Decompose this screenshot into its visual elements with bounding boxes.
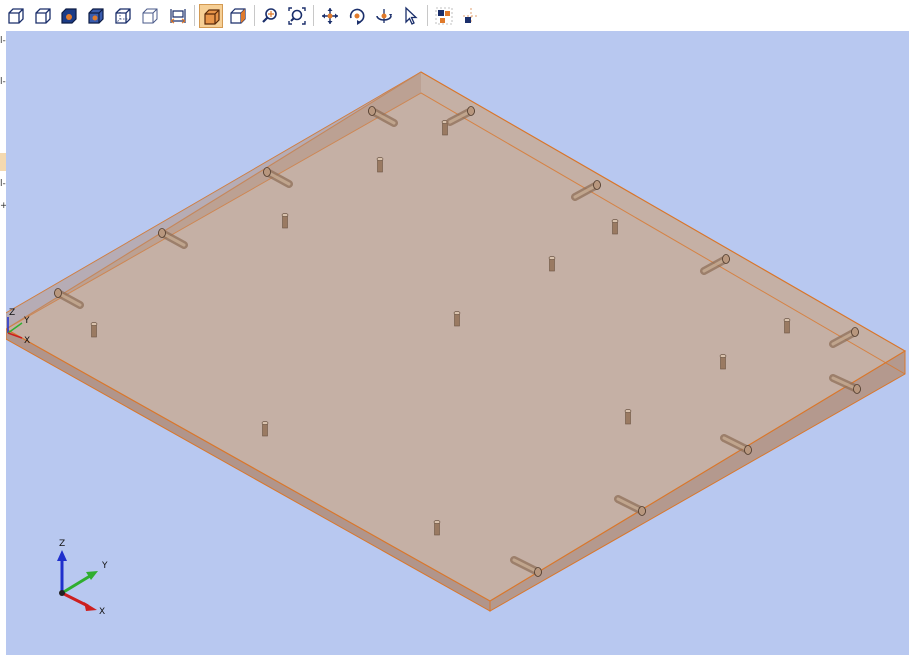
vertical-hole bbox=[719, 354, 727, 370]
transparent-cube-icon bbox=[204, 9, 220, 25]
select-button[interactable] bbox=[399, 4, 423, 28]
vertical-hole bbox=[433, 520, 441, 536]
triad-y-label: Y bbox=[101, 561, 108, 571]
toolbar-separator bbox=[254, 5, 255, 26]
vertical-hole bbox=[548, 256, 556, 272]
snap-grid-icon bbox=[435, 7, 453, 25]
vertical-hole bbox=[261, 421, 269, 437]
view-shaded-edges-button[interactable] bbox=[84, 4, 108, 28]
vertical-hole bbox=[376, 157, 384, 173]
hidden-line-cube-icon bbox=[35, 8, 51, 24]
outline-cube-icon bbox=[142, 8, 158, 24]
triad-z-label: Z bbox=[59, 539, 65, 549]
toolbar-separator bbox=[194, 5, 195, 26]
snap-origin-icon bbox=[463, 8, 479, 24]
pan-button[interactable] bbox=[318, 4, 342, 28]
view-perspective-button[interactable] bbox=[226, 4, 250, 28]
view-hidden-button[interactable] bbox=[111, 4, 135, 28]
vertical-hole bbox=[281, 213, 289, 229]
axis-triad: Z Y X bbox=[57, 539, 108, 617]
cursor-icon bbox=[405, 6, 418, 25]
3d-viewport[interactable]: Z Y X Z Y X bbox=[6, 31, 909, 655]
vertical-hole bbox=[90, 322, 98, 338]
toolbar bbox=[0, 0, 909, 31]
tree-stub[interactable]: l- bbox=[0, 36, 6, 46]
view-hidden-line-button[interactable] bbox=[31, 4, 55, 28]
vertical-hole bbox=[783, 318, 791, 334]
triad-x-label: X bbox=[99, 607, 105, 617]
rotate-axis-icon bbox=[376, 9, 392, 23]
vertical-hole bbox=[611, 219, 619, 235]
toolbar-separator bbox=[313, 5, 314, 26]
rotate-button[interactable] bbox=[345, 4, 369, 28]
zoom-button[interactable] bbox=[258, 4, 282, 28]
vertical-hole bbox=[624, 409, 632, 425]
view-wireframe-button[interactable] bbox=[4, 4, 28, 28]
tree-stub[interactable]: l- bbox=[0, 77, 6, 87]
wire-cube-icon bbox=[8, 8, 24, 24]
view-transparent-button[interactable] bbox=[199, 4, 223, 28]
shaded-edges-cube-icon bbox=[88, 8, 104, 24]
pan-icon bbox=[322, 8, 338, 24]
toolbar-separator bbox=[427, 5, 428, 26]
rotate-icon bbox=[349, 8, 365, 25]
shaded-cube-icon bbox=[61, 8, 77, 24]
zoom-fit-icon bbox=[288, 7, 306, 25]
dimension-icon bbox=[170, 9, 186, 24]
plate-top-face bbox=[6, 71, 907, 602]
view-outline-button[interactable] bbox=[138, 4, 162, 28]
origin-y-label: Y bbox=[23, 316, 30, 326]
zoom-fit-button[interactable] bbox=[285, 4, 309, 28]
snap-origin-button[interactable] bbox=[459, 4, 483, 28]
view-shaded-button[interactable] bbox=[57, 4, 81, 28]
perspective-cube-icon bbox=[230, 8, 246, 24]
origin-z-label: Z bbox=[9, 308, 15, 318]
zoom-icon bbox=[262, 8, 277, 23]
hidden-cube-icon bbox=[115, 8, 131, 24]
origin-x-label: X bbox=[24, 336, 30, 346]
view-dimensions-button[interactable] bbox=[166, 4, 190, 28]
rotate-axis-button[interactable] bbox=[372, 4, 396, 28]
snap-grid-button[interactable] bbox=[432, 4, 456, 28]
vertical-hole bbox=[453, 311, 461, 327]
scene: Z Y X Z Y X bbox=[6, 71, 907, 617]
tree-stub[interactable]: l- bbox=[0, 179, 6, 189]
